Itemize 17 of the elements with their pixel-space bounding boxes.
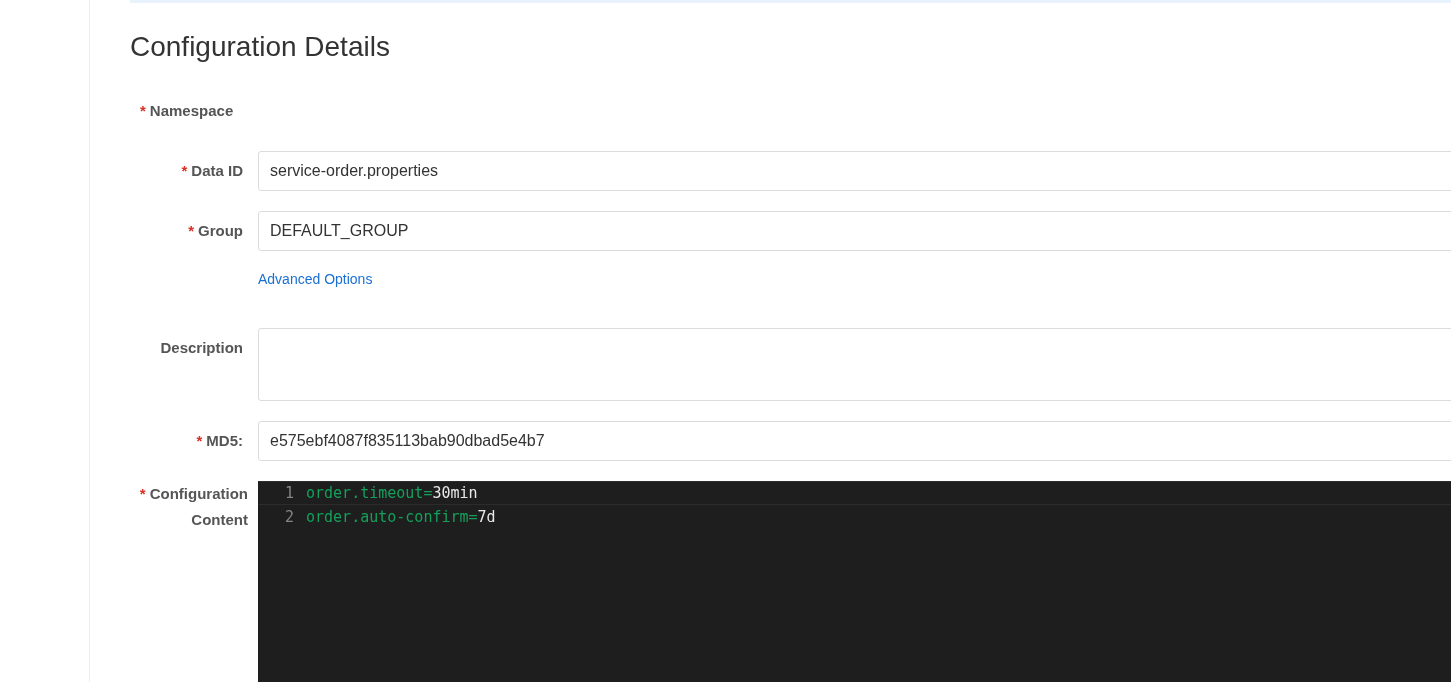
text-input[interactable]: e575ebf4087f835113bab90dbad5e4b7 xyxy=(258,421,1451,461)
advanced-options-link[interactable]: Advanced Options xyxy=(258,269,373,290)
field-label: Description xyxy=(160,339,243,356)
page-title: Configuration Details xyxy=(130,31,391,63)
field-label: * Configuration Content xyxy=(139,485,248,528)
field-label: * Data ID xyxy=(181,162,243,179)
description-textarea[interactable] xyxy=(258,328,1451,401)
field-label: * Group xyxy=(188,222,243,239)
line-number: 1 xyxy=(283,482,295,504)
field-label: * Namespace xyxy=(139,102,234,119)
code-line: order.auto-confirm=7d xyxy=(306,506,496,528)
text-input[interactable]: DEFAULT_GROUP xyxy=(258,211,1451,251)
code-editor[interactable]: 1 order.timeout=30min 2 order.auto-confirm=7d xyxy=(258,481,1451,682)
field-label: * MD5: xyxy=(196,432,243,449)
code-line: order.timeout=30min xyxy=(306,482,478,504)
text-input[interactable]: service-order.properties xyxy=(258,151,1451,191)
line-number: 2 xyxy=(283,506,295,528)
